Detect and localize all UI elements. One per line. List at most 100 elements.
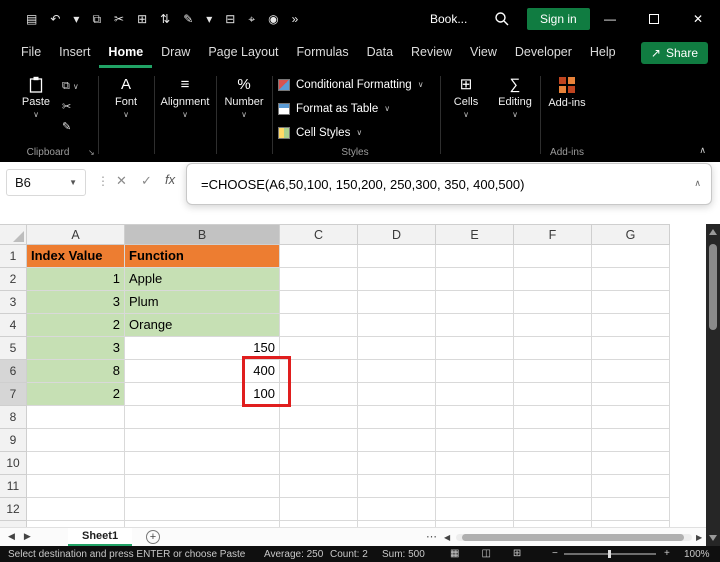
undo-icon[interactable]: ↶: [50, 12, 60, 26]
page-break-view-icon[interactable]: ⊞: [513, 548, 521, 559]
cell-A6[interactable]: 8: [27, 360, 125, 383]
paste-button[interactable]: Paste ∨: [14, 76, 58, 119]
cell-G6[interactable]: [592, 360, 670, 383]
row-header-10[interactable]: 10: [0, 452, 27, 475]
name-box[interactable]: B6 ▼: [6, 169, 86, 196]
cell-F6[interactable]: [514, 360, 592, 383]
close-button[interactable]: ✕: [676, 0, 720, 38]
menu-tab-developer[interactable]: Developer: [506, 38, 581, 68]
column-header-f[interactable]: F: [514, 224, 592, 245]
format-as-table-button[interactable]: Format as Table∨: [278, 100, 424, 117]
cell-G4[interactable]: [592, 314, 670, 337]
save-icon[interactable]: ▤: [26, 12, 37, 26]
cell-G2[interactable]: [592, 268, 670, 291]
cell-C10[interactable]: [280, 452, 358, 475]
cell-A10[interactable]: [27, 452, 125, 475]
cell-D1[interactable]: [358, 245, 436, 268]
cell-E5[interactable]: [436, 337, 514, 360]
menu-tab-formulas[interactable]: Formulas: [288, 38, 358, 68]
column-header-c[interactable]: C: [280, 224, 358, 245]
font-button[interactable]: A Font ∨: [104, 76, 148, 119]
cell-D5[interactable]: [358, 337, 436, 360]
cell-B1[interactable]: Function: [125, 245, 280, 268]
cell-C3[interactable]: [280, 291, 358, 314]
menu-tab-review[interactable]: Review: [402, 38, 461, 68]
paste-icon[interactable]: ⊞: [137, 12, 147, 26]
row-header-1[interactable]: 1: [0, 245, 27, 268]
cell-A12[interactable]: [27, 498, 125, 521]
normal-view-icon[interactable]: ▦: [450, 548, 459, 559]
row-header-6[interactable]: 6: [0, 360, 27, 383]
cell-F3[interactable]: [514, 291, 592, 314]
cell-D7[interactable]: [358, 383, 436, 406]
select-all-corner[interactable]: [0, 224, 27, 245]
dropdown-caret-icon[interactable]: ▾: [206, 12, 212, 26]
share-button[interactable]: ↗ Share: [641, 42, 708, 64]
vertical-scrollbar-thumb[interactable]: [709, 244, 717, 330]
new-sheet-button[interactable]: +: [146, 530, 160, 544]
row-header-3[interactable]: 3: [0, 291, 27, 314]
cell-C4[interactable]: [280, 314, 358, 337]
row-header-2[interactable]: 2: [0, 268, 27, 291]
cut-icon[interactable]: ✂: [114, 12, 124, 26]
add-ins-button[interactable]: Add-ins: [544, 77, 590, 109]
clipboard-dialog-launcher-icon[interactable]: ↘: [88, 148, 95, 157]
menu-tab-data[interactable]: Data: [358, 38, 402, 68]
cell-A4[interactable]: 2: [27, 314, 125, 337]
insert-function-icon[interactable]: fx: [165, 172, 175, 187]
cut-small-button[interactable]: ✂: [62, 100, 79, 113]
cell-C9[interactable]: [280, 429, 358, 452]
row-header-8[interactable]: 8: [0, 406, 27, 429]
row-header-12[interactable]: 12: [0, 498, 27, 521]
cell-D4[interactable]: [358, 314, 436, 337]
zoom-slider-handle[interactable]: [608, 550, 611, 558]
cell-A11[interactable]: [27, 475, 125, 498]
column-header-e[interactable]: E: [436, 224, 514, 245]
row-header-4[interactable]: 4: [0, 314, 27, 337]
cell-F7[interactable]: [514, 383, 592, 406]
format-painter-icon[interactable]: ✎: [183, 12, 193, 26]
search-icon[interactable]: [494, 11, 510, 27]
cell-E2[interactable]: [436, 268, 514, 291]
cell-D8[interactable]: [358, 406, 436, 429]
cell-E8[interactable]: [436, 406, 514, 429]
zoom-in-button[interactable]: +: [664, 548, 670, 559]
cell-B12[interactable]: [125, 498, 280, 521]
cell-F11[interactable]: [514, 475, 592, 498]
cell-D6[interactable]: [358, 360, 436, 383]
sheet-tab-sheet1[interactable]: Sheet1: [68, 528, 132, 546]
maximize-button[interactable]: [632, 0, 676, 38]
cell-A7[interactable]: 2: [27, 383, 125, 406]
alignment-button[interactable]: ≡ Alignment ∨: [158, 76, 212, 119]
row-header-9[interactable]: 9: [0, 429, 27, 452]
vertical-scrollbar[interactable]: [706, 224, 720, 546]
column-header-b[interactable]: B: [125, 224, 280, 245]
cancel-icon[interactable]: ✕: [116, 173, 127, 189]
cell-C7[interactable]: [280, 383, 358, 406]
cell-F10[interactable]: [514, 452, 592, 475]
cell-B4[interactable]: Orange: [125, 314, 280, 337]
cell-F8[interactable]: [514, 406, 592, 429]
cell-G12[interactable]: [592, 498, 670, 521]
menu-tab-file[interactable]: File: [12, 38, 50, 68]
menu-tab-draw[interactable]: Draw: [152, 38, 199, 68]
collapse-ribbon-icon[interactable]: ∧: [699, 145, 706, 156]
cell-F9[interactable]: [514, 429, 592, 452]
cell-B3[interactable]: Plum: [125, 291, 280, 314]
camera-icon[interactable]: ◉: [268, 12, 278, 26]
cell-C2[interactable]: [280, 268, 358, 291]
cell-G1[interactable]: [592, 245, 670, 268]
conditional-formatting-button[interactable]: Conditional Formatting∨: [278, 76, 424, 93]
cell-C5[interactable]: [280, 337, 358, 360]
cell-D10[interactable]: [358, 452, 436, 475]
hscroll-right-icon[interactable]: ▶: [696, 533, 702, 542]
row-header-11[interactable]: 11: [0, 475, 27, 498]
cell-A8[interactable]: [27, 406, 125, 429]
tab-overflow-icon[interactable]: ⋯: [426, 530, 437, 543]
prev-sheet-icon[interactable]: ◀: [8, 531, 15, 542]
cell-E1[interactable]: [436, 245, 514, 268]
undo-dropdown-caret-icon[interactable]: ▾: [73, 12, 79, 26]
cell-E11[interactable]: [436, 475, 514, 498]
cell-D11[interactable]: [358, 475, 436, 498]
zoom-out-button[interactable]: −: [552, 548, 558, 559]
